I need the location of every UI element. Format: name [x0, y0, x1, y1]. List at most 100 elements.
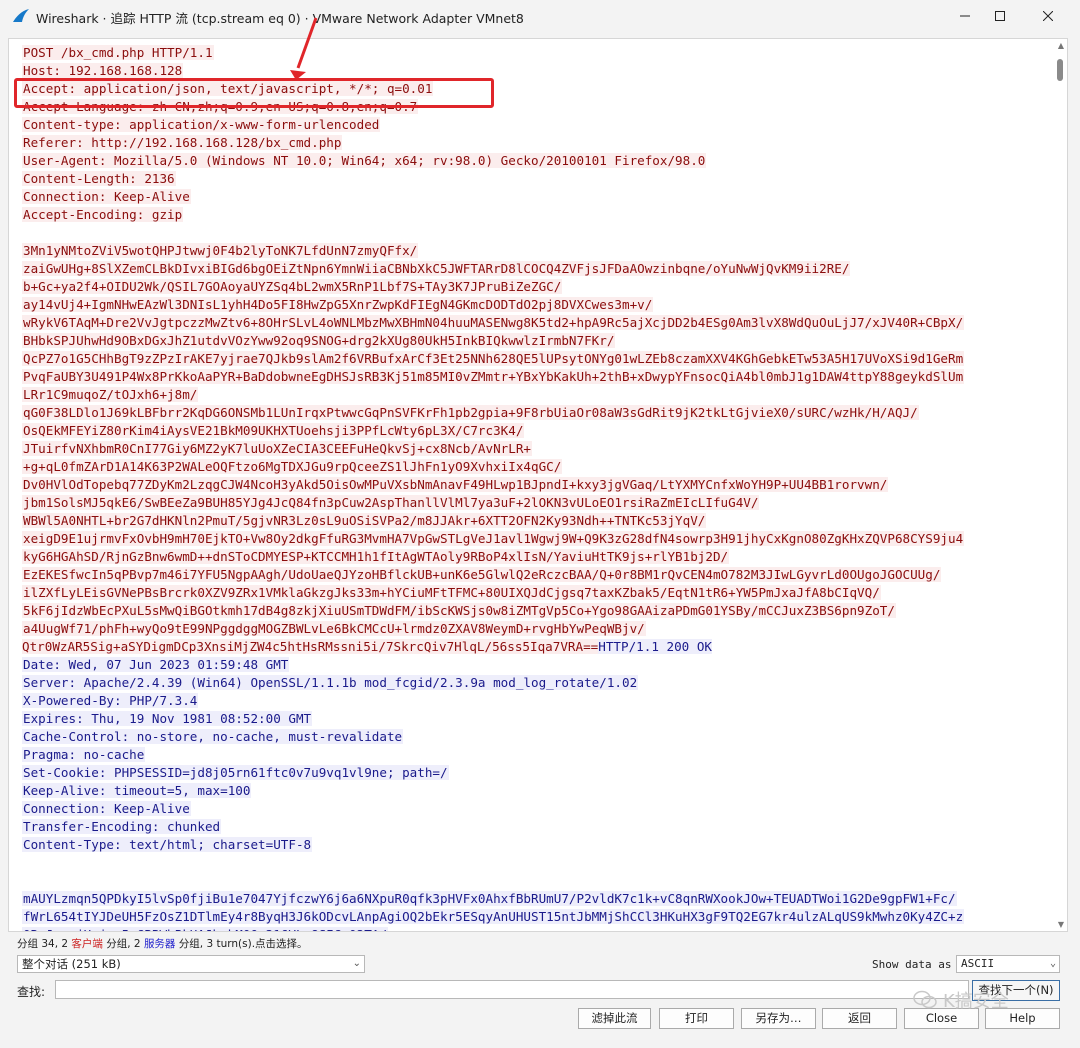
conversation-select-value: 整个对话 (251 kB)	[22, 957, 121, 971]
stream-line-text: ay14vUj4+IgmNHwEAzWl3DNIsL1yhH4Do5FI8HwZ…	[22, 297, 654, 312]
status-prefix: 分组 34, 2	[17, 938, 72, 950]
response-line: Expires: Thu, 19 Nov 1981 08:52:00 GMT	[22, 710, 1042, 728]
wireshark-fin-icon	[13, 9, 29, 22]
stream-line-text: ilZXfLyLEisGVNePBsBrcrk0XZV9ZRx1VMklaGkz…	[22, 585, 881, 600]
request-line: User-Agent: Mozilla/5.0 (Windows NT 10.0…	[22, 152, 1042, 170]
minimize-icon	[960, 15, 970, 17]
stream-line-text: User-Agent: Mozilla/5.0 (Windows NT 10.0…	[22, 153, 707, 168]
find-input[interactable]	[55, 980, 969, 999]
close-window-button[interactable]	[1025, 0, 1071, 32]
request-line: ay14vUj4+IgmNHwEAzWl3DNIsL1yhH4Do5FI8HwZ…	[22, 296, 1042, 314]
stream-content-pane[interactable]: POST /bx_cmd.php HTTP/1.1 Host: 192.168.1…	[8, 38, 1068, 932]
stream-line-text: fWrL654tIYJDeUH5FzOsZ1DTlmEy4r8ByqH3J6kO…	[22, 909, 965, 924]
wechat-icon	[913, 990, 937, 1009]
stream-line-text: Keep-Alive: timeout=5, max=100	[22, 783, 252, 798]
stream-line-text: QcPZ7o1G5CHhBgT9zZPzIrAKE7yjrae7QJkb9slA…	[22, 351, 965, 366]
stream-line-text: Expires: Thu, 19 Nov 1981 08:52:00 GMT	[22, 711, 313, 726]
vertical-scrollbar[interactable]: ▲ ▼	[1053, 39, 1067, 931]
request-line: POST /bx_cmd.php HTTP/1.1	[22, 44, 1042, 62]
watermark: K搞安全	[913, 985, 1048, 1015]
stream-line-text: 3Mn1yNMtoZViV5wotQHPJtwwj0F4b2lyToNK7Lfd…	[22, 243, 419, 258]
stream-line-text: qG0F38LDlo1J69kLBFbrr2KqDG6ONSMb1LUnIrqx…	[22, 405, 919, 420]
stream-line-text: 5kF6jIdzWbEcPXuL5sMwQiBGOtkmh17dB4g8zkjX…	[22, 603, 896, 618]
response-line: Date: Wed, 07 Jun 2023 01:59:48 GMT	[22, 656, 1042, 674]
response-line: fWrL654tIYJDeUH5FzOsZ1DTlmEy4r8ByqH3J6kO…	[22, 908, 1042, 926]
request-line: Referer: http://192.168.168.128/bx_cmd.p…	[22, 134, 1042, 152]
stream-line-text: HTTP/1.1 200 OK	[598, 639, 712, 654]
stream-line-text: Referer: http://192.168.168.128/bx_cmd.p…	[22, 135, 343, 150]
wireshark-follow-stream-window: Wireshark · 追踪 HTTP 流 (tcp.stream eq 0) …	[0, 0, 1080, 1048]
request-line: Content-type: application/x-www-form-url…	[22, 116, 1042, 134]
request-line	[22, 224, 1042, 242]
request-line: Connection: Keep-Alive	[22, 188, 1042, 206]
stream-line-text: +g+qL0fmZArD1A14K63P2WALeOQFtzo6MgTDXJGu…	[22, 459, 563, 474]
request-line: PvqFaUBY3U491P4Wx8PrKkoAaPYR+BaDdobwneEg…	[22, 368, 1042, 386]
stream-text: POST /bx_cmd.php HTTP/1.1 Host: 192.168.1…	[22, 44, 1042, 931]
stream-line-text: Date: Wed, 07 Jun 2023 01:59:48 GMT	[22, 657, 290, 672]
stream-line-text: Pragma: no-cache	[22, 747, 146, 762]
stream-line-text: Content-type: application/x-www-form-url…	[22, 117, 381, 132]
filter-out-stream-button[interactable]: 滤掉此流	[578, 1008, 651, 1029]
stream-line-text: Content-Length: 2136	[22, 171, 176, 186]
response-line: Content-Type: text/html; charset=UTF-8	[22, 836, 1042, 854]
show-data-as-select[interactable]: ASCII ⌄	[956, 955, 1060, 973]
scroll-down-icon[interactable]: ▼	[1058, 920, 1064, 929]
response-line	[22, 854, 1042, 872]
response-line: Set-Cookie: PHPSESSID=jd8j05rn61ftc0v7u9…	[22, 764, 1042, 782]
conversation-select[interactable]: 整个对话 (251 kB) ⌄	[17, 955, 365, 973]
request-line: zaiGwUHg+8SlXZemCLBkDIvxiBIGd6bgOEiZtNpn…	[22, 260, 1042, 278]
request-line: OsQEkMFEYiZ80rKim4iAysVE21BkM09UKHXTUoeh…	[22, 422, 1042, 440]
request-line: jbm1SolsMJ5qkE6/SwBEeZa9BUH85YJg4JcQ84fn…	[22, 494, 1042, 512]
stream-line-text: BHbkSPJUhwHd9OBxDGxJhZ1utdvVOzYww92oq9SN…	[22, 333, 616, 348]
stream-line-text: Server: Apache/2.4.39 (Win64) OpenSSL/1.…	[22, 675, 639, 690]
request-line: QcPZ7o1G5CHhBgT9zZPzIrAKE7yjrae7QJkb9slA…	[22, 350, 1042, 368]
request-line: a4UugWf71/phFh+wyQo9tE99NPggdggMOGZBWLvL…	[22, 620, 1042, 638]
response-line: Server: Apache/2.4.39 (Win64) OpenSSL/1.…	[22, 674, 1042, 692]
request-line: ilZXfLyLEisGVNePBsBrcrk0XZV9ZRx1VMklaGkz…	[22, 584, 1042, 602]
response-line	[22, 872, 1042, 890]
stream-line-text: WBWl5A0NHTL+br2G7dHKNln2PmuT/5gjvNR3Lz0s…	[22, 513, 707, 528]
response-line: Keep-Alive: timeout=5, max=100	[22, 782, 1042, 800]
status-line: 分组 34, 2 客户端 分组, 2 服务器 分组, 3 turn(s).点击选…	[17, 936, 308, 951]
response-line: Connection: Keep-Alive	[22, 800, 1042, 818]
back-button[interactable]: 返回	[822, 1008, 897, 1029]
chevron-down-icon: ⌄	[352, 958, 361, 969]
response-line: Transfer-Encoding: chunked	[22, 818, 1042, 836]
stream-line-text: xeigD9E1ujrmvFxOvbH9mH70EjkTO+Vw8Oy2dkgF…	[22, 531, 965, 546]
request-response-boundary-line: Qtr0WzAR5Sig+aSYDigmDCp3XnsiMjZW4c5htHsR…	[22, 638, 1042, 656]
request-line: +g+qL0fmZArD1A14K63P2WALeOQFtzo6MgTDXJGu…	[22, 458, 1042, 476]
status-suffix: 分组, 3 turn(s).点击选择。	[175, 938, 308, 950]
request-line: Accept-Encoding: gzip	[22, 206, 1042, 224]
status-middle: 分组, 2	[102, 938, 144, 950]
title-bar: Wireshark · 追踪 HTTP 流 (tcp.stream eq 0) …	[0, 0, 1080, 32]
request-line: 3Mn1yNMtoZViV5wotQHPJtwwj0F4b2lyToNK7Lfd…	[22, 242, 1042, 260]
stream-line-text: PvqFaUBY3U491P4Wx8PrKkoAaPYR+BaDdobwneEg…	[22, 369, 965, 384]
close-icon	[1043, 11, 1053, 21]
request-line: LRr1C9muqoZ/tOJxh6+j8m/	[22, 386, 1042, 404]
stream-line-text: JTuirfvNXhbmR0CnI77Giy6MZ2yK7luUoXZeCIA3…	[22, 441, 532, 456]
chevron-down-icon: ⌄	[1049, 958, 1056, 969]
stream-line-text: zaiGwUHg+8SlXZemCLBkDIvxiBIGd6bgOEiZtNpn…	[22, 261, 851, 276]
request-line: BHbkSPJUhwHd9OBxDGxJhZ1utdvVOzYww92oq9SN…	[22, 332, 1042, 350]
request-line: qG0F38LDlo1J69kLBFbrr2KqDG6ONSMb1LUnIrqx…	[22, 404, 1042, 422]
response-line: Pragma: no-cache	[22, 746, 1042, 764]
stream-line-text: kyG6HGAhSD/RjnGzBnw6wmD++dnSToCDMYESP+KT…	[22, 549, 730, 564]
stream-line-text: wRykV6TAqM+Dre2VvJgtpczzMwZtv6+8OHrSLvL4…	[22, 315, 965, 330]
show-data-as-value: ASCII	[961, 957, 995, 970]
stream-line-text: Connection: Keep-Alive	[22, 189, 191, 204]
stream-line-text: a4UugWf71/phFh+wyQo9tE99NPggdggMOGZBWLvL…	[22, 621, 646, 636]
scroll-thumb[interactable]	[1057, 59, 1063, 81]
stream-line-text: 0RgJanqjHrjcg5pGBBWbPkHAJbvhM0Oo316VLq8S…	[22, 927, 388, 931]
maximize-icon	[995, 11, 1005, 21]
response-line: X-Powered-By: PHP/7.3.4	[22, 692, 1042, 710]
request-line: JTuirfvNXhbmR0CnI77Giy6MZ2yK7luUoXZeCIA3…	[22, 440, 1042, 458]
status-client-label: 客户端	[71, 938, 103, 950]
scroll-up-icon[interactable]: ▲	[1058, 41, 1064, 50]
stream-line-text: Qtr0WzAR5Sig+aSYDigmDCp3XnsiMjZW4c5htHsR…	[22, 639, 599, 654]
print-button[interactable]: 打印	[659, 1008, 734, 1029]
save-as-button[interactable]: 另存为…	[741, 1008, 816, 1029]
annotation-arrow-icon	[290, 17, 318, 80]
stream-line-text: Dv0HVlOdTopebq77ZDyKm2LzqgCJW4NcoH3yAkd5…	[22, 477, 889, 492]
stream-line-text: OsQEkMFEYiZ80rKim4iAysVE21BkM09UKHXTUoeh…	[22, 423, 525, 438]
maximize-button[interactable]	[977, 0, 1023, 32]
